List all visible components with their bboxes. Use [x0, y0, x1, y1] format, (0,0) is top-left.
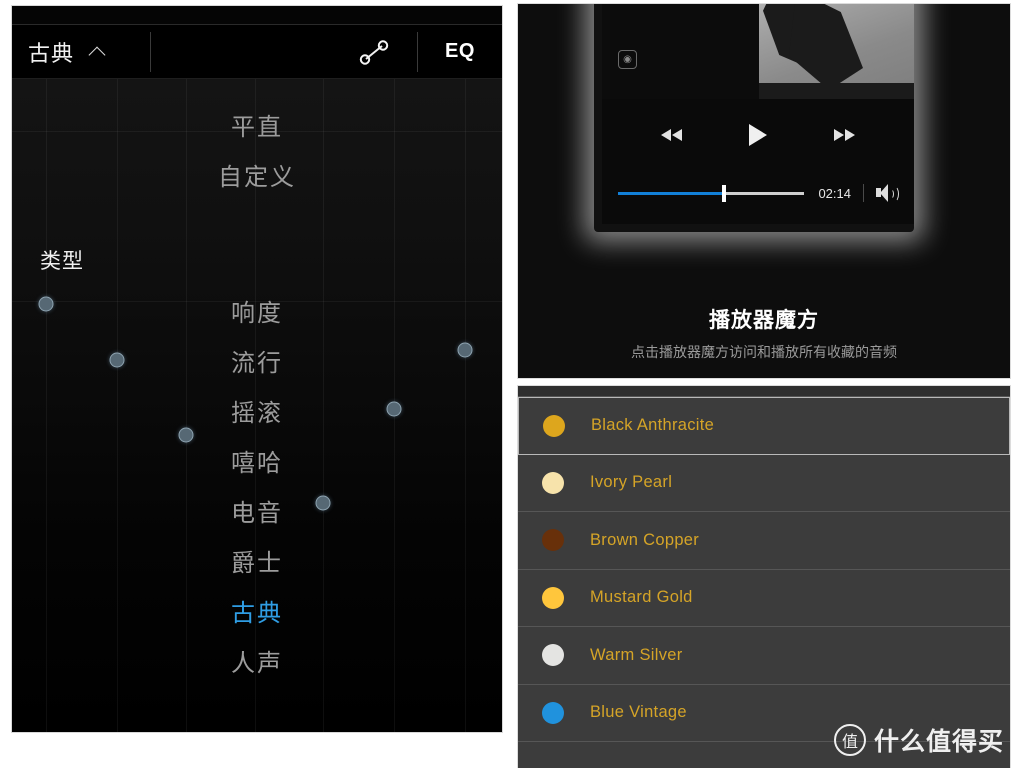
color-swatch-icon	[542, 701, 564, 724]
eq-genre-jazz[interactable]: 爵士	[12, 543, 502, 578]
chevron-up-icon[interactable]	[90, 44, 105, 59]
album-art-shape	[789, 4, 863, 90]
progress-handle[interactable]	[722, 184, 727, 202]
eq-genre-hiphop[interactable]: 嘻哈	[12, 443, 502, 478]
list-item[interactable]: Mustard Gold	[518, 569, 1010, 627]
eq-genre-electronic[interactable]: 电音	[12, 493, 502, 528]
eq-genre-classical[interactable]: 古典	[12, 593, 502, 628]
eq-genre-rock[interactable]: 摇滚	[12, 393, 502, 428]
list-item[interactable]: Ivory Pearl	[518, 454, 1010, 512]
color-name: Brown Copper	[590, 530, 700, 549]
eq-section-label-type: 类型	[40, 250, 84, 273]
album-art-graphic	[759, 4, 914, 99]
player-widget[interactable]: ◉ 02:14	[602, 4, 914, 224]
album-art-shape	[759, 83, 914, 99]
eq-header: 古典 EQ	[12, 25, 502, 78]
color-swatch-icon	[542, 529, 564, 552]
list-item[interactable]: Warm Silver	[518, 627, 1010, 685]
list-item[interactable]: Brown Copper	[518, 512, 1010, 570]
player-transport-controls	[602, 99, 914, 171]
album-tag-icon: ◉	[618, 50, 637, 69]
color-swatch-icon	[542, 644, 564, 667]
color-list-top-strip	[518, 386, 1010, 397]
color-name: Ivory Pearl	[590, 473, 673, 492]
eq-current-preset-label: 古典	[28, 40, 75, 66]
player-promo-panel: ◉ 02:14 播放器魔方 点击播放器魔方访问和播放所有收藏的音频	[518, 4, 1010, 378]
equalizer-panel: 古典 EQ 平直 自定义 类型 响度 流行 摇滚 嘻哈 电音 爵士 古典 人声	[12, 6, 502, 732]
promo-subtitle: 点击播放器魔方访问和播放所有收藏的音频	[631, 344, 897, 360]
eq-curve-icon[interactable]	[331, 25, 417, 78]
progress-divider	[863, 184, 864, 202]
screenshot-stage: 古典 EQ 平直 自定义 类型 响度 流行 摇滚 嘻哈 电音 爵士 古典 人声 …	[0, 0, 1024, 768]
color-name: Mustard Gold	[590, 588, 693, 607]
promo-title: 播放器魔方	[709, 309, 819, 332]
list-item[interactable]: Black Anthracite	[518, 397, 1010, 455]
list-item[interactable]: Blue Vintage	[518, 684, 1010, 742]
eq-preset-flat[interactable]: 平直	[12, 107, 502, 142]
eq-header-spacer	[151, 25, 331, 78]
eq-button[interactable]: EQ	[418, 25, 502, 78]
eq-status-strip	[12, 6, 502, 25]
color-option-list-panel: Black Anthracite Ivory Pearl Brown Coppe…	[518, 386, 1010, 768]
eq-genre-pop[interactable]: 流行	[12, 343, 502, 378]
color-swatch-icon	[542, 471, 564, 494]
color-swatch-icon	[542, 586, 564, 609]
color-name: Warm Silver	[590, 645, 683, 664]
speaker-icon[interactable]	[876, 184, 899, 202]
eq-preset-dropdown[interactable]: 古典	[12, 25, 150, 78]
eq-genre-loudness[interactable]: 响度	[12, 293, 502, 328]
color-swatch-icon	[543, 414, 565, 437]
eq-preset-custom[interactable]: 自定义	[12, 157, 502, 192]
player-progress-row: 02:14	[602, 174, 914, 212]
progress-slider[interactable]	[618, 184, 805, 202]
album-art: ◉	[602, 4, 914, 99]
eq-genre-vocal[interactable]: 人声	[12, 643, 502, 678]
color-name: Black Anthracite	[591, 416, 715, 435]
fast-forward-icon[interactable]	[829, 127, 855, 143]
progress-fill	[618, 191, 725, 195]
rewind-icon[interactable]	[661, 127, 687, 143]
eq-preset-list: 平直 自定义 类型 响度 流行 摇滚 嘻哈 电音 爵士 古典 人声	[12, 79, 502, 732]
play-icon[interactable]	[749, 124, 767, 146]
color-name: Blue Vintage	[590, 703, 687, 722]
time-label: 02:14	[818, 185, 851, 201]
